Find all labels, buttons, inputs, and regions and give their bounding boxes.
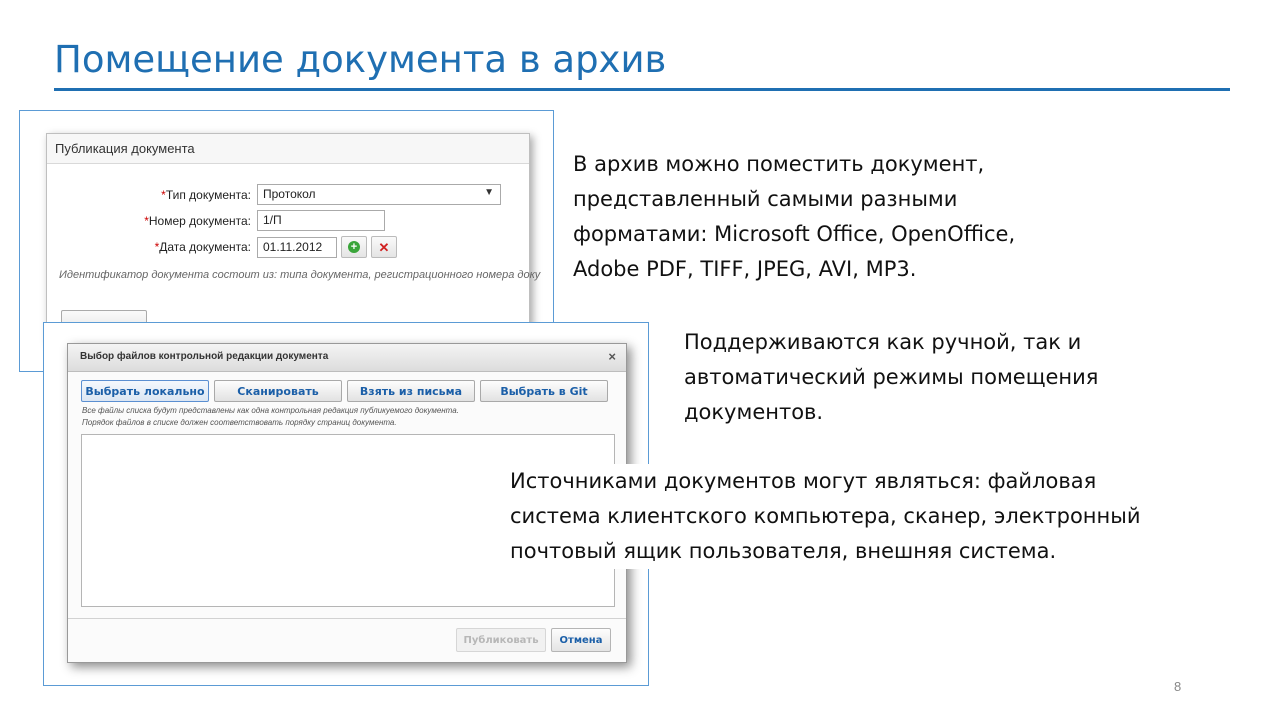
doc-number-row: *Номер документа: 1/П [47, 210, 385, 231]
select-local-button[interactable]: Выбрать локально [81, 380, 209, 402]
slide-title: Помещение документа в архив [54, 38, 667, 81]
publish-dialog: Публикация документа *Тип документа: Про… [46, 133, 540, 343]
doc-number-label-text: Номер документа: [148, 213, 251, 228]
sources-paragraph: Источниками документов могут являться: ф… [506, 464, 1145, 569]
doc-type-select[interactable]: Протокол ▼ [257, 184, 501, 205]
page-number: 8 [1174, 679, 1182, 694]
text-line: Adobe PDF, TIFF, JPEG, AVI, MP3. [573, 257, 917, 281]
publish-dialog-title: Публикация документа [47, 134, 529, 164]
take-from-mail-button[interactable]: Взять из письма [347, 380, 475, 402]
doc-type-value: Протокол [263, 187, 316, 201]
doc-date-label-text: Дата документа: [159, 240, 251, 254]
doc-date-input[interactable]: 01.11.2012 [257, 236, 337, 258]
text-line: автоматический режимы помещения [684, 365, 1099, 389]
scan-button[interactable]: Сканировать [214, 380, 342, 402]
text-line: документов. [684, 400, 824, 424]
add-date-button[interactable]: + [341, 236, 367, 258]
text-line: система клиентского компьютера, сканер, … [510, 504, 1141, 528]
select-git-button[interactable]: Выбрать в Git [480, 380, 608, 402]
formats-paragraph: В архив можно поместить документ, предст… [573, 147, 1015, 287]
identifier-hint: Идентификатор документа состоит из: типа… [59, 269, 541, 281]
text-line: Поддерживаются как ручной, так и [684, 330, 1082, 354]
dialog-footer-divider [68, 618, 626, 619]
text-line: В архив можно поместить документ, [573, 152, 985, 176]
file-list-note-1: Все файлы списка будут представлены как … [82, 406, 459, 415]
doc-type-label: *Тип документа: [47, 188, 257, 202]
file-select-dialog-header: Выбор файлов контрольной редакции докуме… [68, 344, 626, 372]
text-line: форматами: Microsoft Office, OpenOffice, [573, 222, 1016, 246]
plus-circle-icon: + [348, 241, 360, 253]
close-icon[interactable]: × [608, 349, 616, 364]
doc-type-label-text: Тип документа: [165, 187, 251, 202]
text-line: почтовый ящик пользователя, внешняя сист… [510, 539, 1057, 563]
doc-number-label: *Номер документа: [47, 214, 257, 228]
file-list-note-2: Порядок файлов в списке должен соответст… [82, 418, 397, 427]
title-underline [54, 88, 1230, 91]
modes-paragraph: Поддерживаются как ручной, так и автомат… [684, 325, 1098, 430]
chevron-down-icon: ▼ [484, 187, 494, 198]
close-icon: ✕ [378, 239, 390, 255]
publish-button[interactable]: Публиковать [456, 628, 546, 652]
text-line: Источниками документов могут являться: ф… [510, 469, 1097, 493]
text-line: представленный самыми разными [573, 187, 958, 211]
doc-date-label: *Дата документа: [47, 240, 257, 254]
source-button-row: Выбрать локально Сканировать Взять из пи… [81, 380, 608, 402]
file-select-dialog-title: Выбор файлов контрольной редакции докуме… [80, 351, 329, 362]
doc-number-input[interactable]: 1/П [257, 210, 385, 231]
doc-date-row: *Дата документа: 01.11.2012 + ✕ [47, 236, 397, 258]
doc-type-row: *Тип документа: Протокол ▼ [47, 184, 501, 205]
cancel-button[interactable]: Отмена [551, 628, 611, 652]
clear-date-button[interactable]: ✕ [371, 236, 397, 258]
